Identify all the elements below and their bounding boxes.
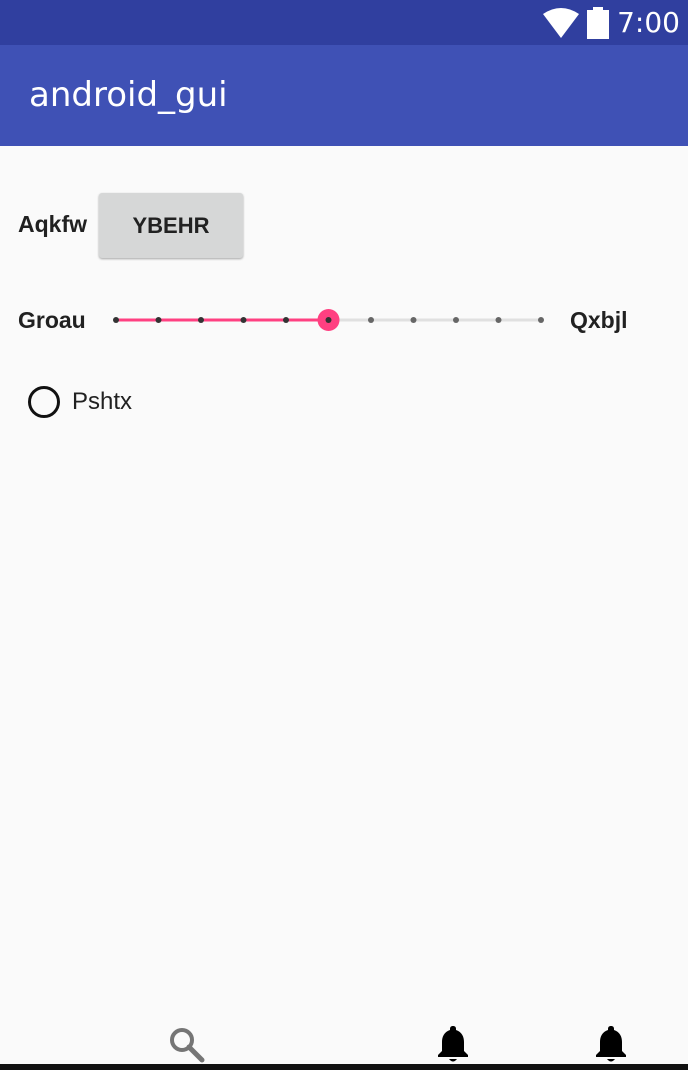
seekbar-tick	[155, 317, 162, 323]
seekbar-tick	[453, 317, 459, 323]
slider-right-label: Qxbjl	[570, 307, 628, 333]
pshtx-radio-label: Pshtx	[72, 388, 133, 415]
seekbar-tick	[283, 317, 289, 323]
seekbar-tick	[240, 317, 247, 323]
ybehr-button[interactable]: YBEHR	[99, 193, 243, 258]
search-icon[interactable]	[168, 1026, 206, 1064]
bell-icon[interactable]	[594, 1024, 628, 1064]
seekbar-thumb-dot	[325, 317, 332, 323]
seekbar-tick	[113, 317, 119, 323]
seekbar-tick	[410, 317, 417, 323]
pshtx-radio-button[interactable]	[28, 386, 60, 418]
wifi-icon	[543, 7, 580, 38]
status-icons: 7:00	[543, 0, 680, 45]
battery-icon	[587, 6, 610, 39]
app-title: android_gui	[29, 75, 228, 115]
aqkfw-label: Aqkfw	[18, 211, 87, 237]
pshtx-radio-row[interactable]: Pshtx	[28, 383, 132, 421]
seekbar-tick	[538, 317, 544, 323]
slider-left-label: Groau	[18, 307, 86, 333]
seekbar-tick	[495, 317, 502, 323]
bell-icon[interactable]	[436, 1024, 470, 1064]
app-bar: android_gui	[0, 45, 688, 146]
seekbar[interactable]	[104, 300, 554, 340]
status-bar: 7:00	[0, 0, 688, 45]
seekbar-tick	[198, 317, 204, 323]
status-time: 7:00	[617, 6, 680, 39]
seekbar-tick	[368, 317, 374, 323]
bottom-edge	[0, 1064, 688, 1070]
